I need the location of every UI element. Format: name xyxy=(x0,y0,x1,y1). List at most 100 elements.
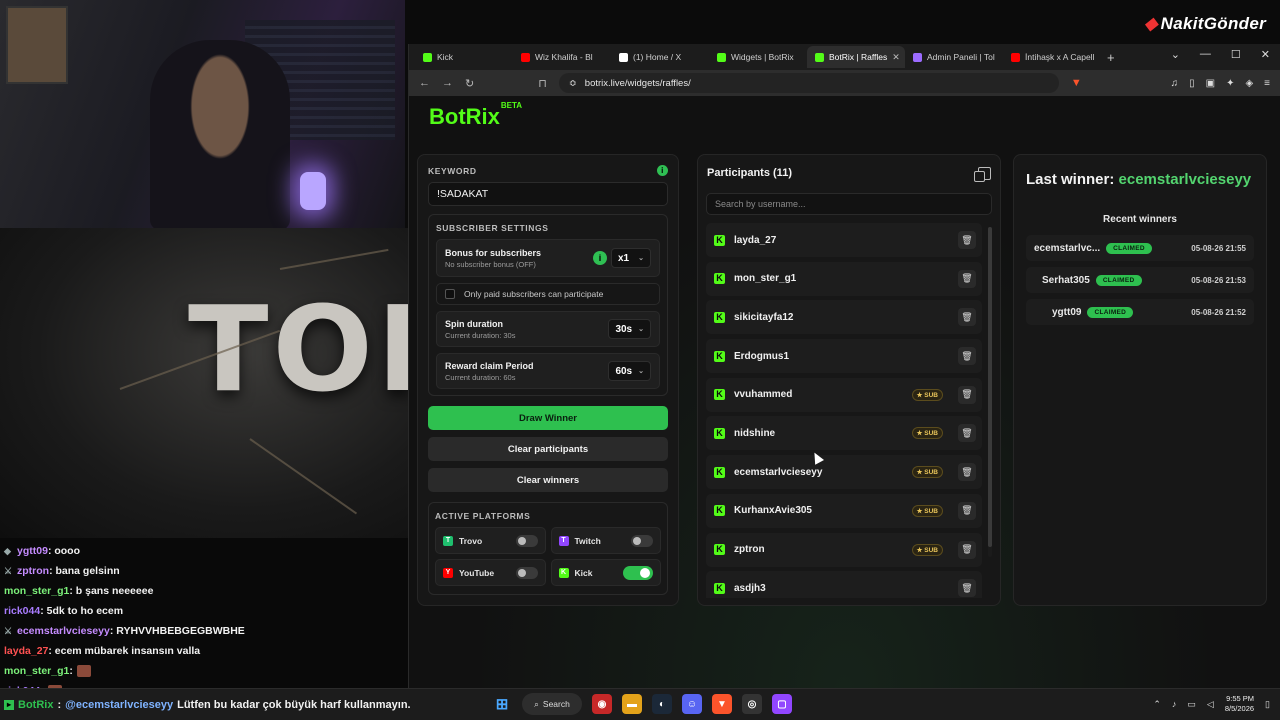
platform-name: YouTube xyxy=(459,567,495,578)
brave-shield-icon[interactable]: ▼ xyxy=(1071,77,1082,89)
delete-icon[interactable]: 🗑 xyxy=(958,424,976,443)
minimize-icon[interactable]: — xyxy=(1200,48,1211,61)
delete-icon[interactable]: 🗑 xyxy=(958,231,976,249)
discord-icon[interactable]: ☺ xyxy=(682,694,702,714)
delete-icon[interactable]: 🗑 xyxy=(958,385,976,404)
botrix-mention: @ecemstarlvcieseyy xyxy=(65,699,174,711)
windows-start-icon[interactable]: ⊞ xyxy=(492,694,512,714)
new-tab-icon[interactable]: + xyxy=(1107,50,1115,65)
clear-winners-button[interactable]: Clear winners xyxy=(428,468,668,492)
participants-panel: Participants (11) Search by username... … xyxy=(697,154,1001,606)
media-icon[interactable]: ♫ xyxy=(1171,78,1179,89)
paid-only-row[interactable]: Only paid subscribers can participate xyxy=(436,283,660,305)
notification-icon[interactable]: ▯ xyxy=(1265,699,1270,710)
participant-search-input[interactable]: Search by username... xyxy=(706,193,992,215)
spin-duration-select[interactable]: 30s ⌄ xyxy=(608,319,651,339)
browser-tab[interactable]: Wiz Khalifa - Bl xyxy=(513,46,611,68)
chat-username[interactable]: mon_ster_g1 xyxy=(4,665,69,677)
chat-username[interactable]: layda_27 xyxy=(4,645,48,657)
clock[interactable]: 9:55 PM 8/5/2026 xyxy=(1225,694,1254,714)
spin-title: Spin duration xyxy=(445,318,503,329)
tab-search-icon[interactable]: ⌄ xyxy=(1171,48,1180,61)
draw-winner-button[interactable]: Draw Winner xyxy=(428,406,668,430)
browser-tab[interactable]: İntihaşk x A Capell xyxy=(1003,46,1101,68)
volume-icon[interactable]: ◁ xyxy=(1207,699,1214,710)
wallet-icon[interactable]: ▣ xyxy=(1206,78,1215,89)
copy-icon[interactable] xyxy=(974,166,991,182)
forward-icon[interactable]: → xyxy=(442,77,453,89)
brave-icon[interactable]: ▼ xyxy=(712,694,732,714)
scrollbar-thumb[interactable] xyxy=(988,227,992,547)
botrix-text: Lütfen bu kadar çok büyük harf kullanmay… xyxy=(177,699,411,711)
chevron-down-icon: ⌄ xyxy=(638,368,644,375)
search-icon: ⌕ xyxy=(534,698,539,709)
delete-icon[interactable]: 🗑 xyxy=(958,347,976,366)
close-tab-icon[interactable]: ✕ xyxy=(892,52,900,63)
maximize-icon[interactable]: ☐ xyxy=(1231,48,1241,61)
botrix-logo[interactable]: BotRixBETA xyxy=(429,101,522,130)
platform-toggle[interactable] xyxy=(631,534,653,547)
platform-trovo: T Trovo xyxy=(435,527,546,554)
kick-icon: K xyxy=(558,567,569,578)
window-controls: ⌄ — ☐ ✕ xyxy=(1171,48,1270,61)
url-field[interactable]: ≎ botrix.live/widgets/raffles/ xyxy=(558,73,1059,93)
platform-toggle[interactable] xyxy=(515,566,538,579)
keyword-input[interactable]: !SADAKAT xyxy=(428,182,668,206)
bonus-select[interactable]: x1 ⌄ xyxy=(611,248,651,268)
site-info-icon[interactable]: ≎ xyxy=(569,78,577,89)
chat-username[interactable]: rick044 xyxy=(4,605,40,617)
browser-tab[interactable]: Kick xyxy=(415,46,513,68)
delete-icon[interactable]: 🗑 xyxy=(958,579,976,598)
steam-icon[interactable]: ◐ xyxy=(652,694,672,714)
info-icon[interactable]: i xyxy=(657,165,668,176)
delete-icon[interactable]: 🗑 xyxy=(958,269,976,288)
delete-icon[interactable]: 🗑 xyxy=(958,308,976,327)
menu-icon[interactable]: ≡ xyxy=(1264,78,1270,89)
chat-message: ⚔ zptron: bana gelsinn xyxy=(4,561,404,581)
claimed-badge: CLAIMED xyxy=(1106,242,1152,254)
paid-only-checkbox[interactable] xyxy=(445,289,455,299)
chat-text: : RYHVVHBEBGEGBWBHE xyxy=(109,625,245,637)
kick-icon: K xyxy=(714,311,725,323)
reload-icon[interactable]: ↻ xyxy=(465,77,474,90)
vpn-icon[interactable]: ◈ xyxy=(1245,78,1253,89)
browser-tab[interactable]: (1) Home / X xyxy=(611,46,709,68)
info-icon[interactable]: i xyxy=(593,251,607,265)
participant-row: Kzptron ★ SUB 🗑 xyxy=(706,532,982,567)
close-window-icon[interactable]: ✕ xyxy=(1261,48,1270,61)
raffle-settings-panel: KEYWORD i !SADAKAT SUBSCRIBER SETTINGS Bo… xyxy=(417,154,679,606)
mic-icon[interactable]: ♪ xyxy=(1172,699,1177,709)
taskbar-search[interactable]: ⌕ Search xyxy=(522,693,582,715)
chat-username[interactable]: zptron xyxy=(17,565,49,577)
chat-username[interactable]: mon_ster_g1 xyxy=(4,585,69,597)
leo-icon[interactable]: ✦ xyxy=(1226,78,1234,89)
chat-message: layda_27: ecem mübarek insansın valla xyxy=(4,641,404,661)
app-icon[interactable]: ◉ xyxy=(592,694,612,714)
delete-icon[interactable]: 🗑 xyxy=(958,463,976,482)
browser-tab[interactable]: Widgets | BotRix xyxy=(709,46,807,68)
twitch-app-icon[interactable]: ▢ xyxy=(772,694,792,714)
delete-icon[interactable]: 🗑 xyxy=(958,540,976,559)
clear-participants-button[interactable]: Clear participants xyxy=(428,437,668,461)
tab-label: Wiz Khalifa - Bl xyxy=(535,52,593,62)
platform-name: Trovo xyxy=(459,535,483,546)
tray-expand-icon[interactable]: ⌃ xyxy=(1153,699,1161,710)
chat-username[interactable]: ygtt09 xyxy=(17,545,48,557)
platform-toggle[interactable] xyxy=(623,565,653,580)
participant-row: K Erdogmus1 🗑 xyxy=(706,339,982,374)
bookmark-icon[interactable]: ⊓ xyxy=(538,77,547,90)
platform-toggle[interactable] xyxy=(515,534,538,547)
bonus-subtitle: No subscriber bonus (OFF) xyxy=(445,259,536,269)
claim-period-select[interactable]: 60s ⌄ xyxy=(608,361,651,381)
browser-tab[interactable]: BotRix | Raffles ✕ xyxy=(807,46,905,68)
chat-username[interactable]: ecemstarlvcieseyy xyxy=(17,625,110,637)
winner-time: 05-08-26 21:55 xyxy=(1191,243,1246,253)
browser-tab[interactable]: Admin Paneli | Tol xyxy=(905,46,1003,68)
sidebar-icon[interactable]: ▯ xyxy=(1189,78,1195,89)
network-icon[interactable]: ▭ xyxy=(1187,699,1196,710)
delete-icon[interactable]: 🗑 xyxy=(958,501,976,520)
back-icon[interactable]: ← xyxy=(419,77,430,89)
file-explorer-icon[interactable]: ▬ xyxy=(622,694,642,714)
tab-label: (1) Home / X xyxy=(633,52,682,62)
obs-icon[interactable]: ◎ xyxy=(742,694,762,714)
